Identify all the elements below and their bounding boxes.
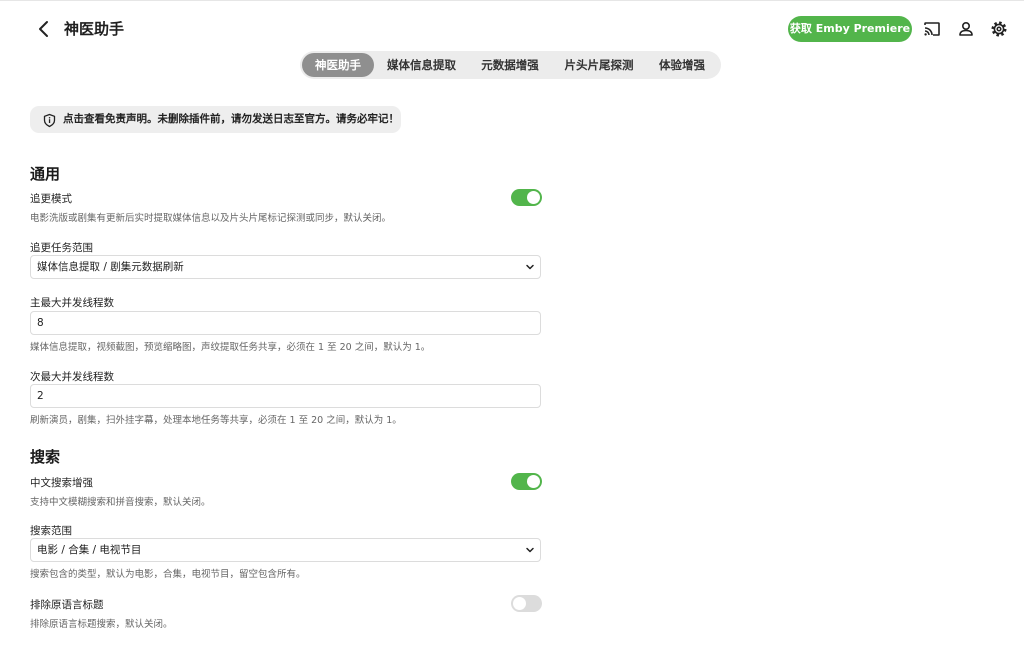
search-scope-select[interactable]: 电影 / 合集 / 电视节目 bbox=[30, 538, 541, 562]
exclude-original-toggle[interactable] bbox=[511, 595, 542, 612]
section-search-heading: 搜索 bbox=[30, 448, 61, 466]
sub-threads-value: 2 bbox=[37, 390, 44, 402]
sub-threads-label: 次最大并发线程数 bbox=[30, 371, 114, 383]
cast-icon bbox=[924, 22, 940, 36]
tab-bar: 神医助手 媒体信息提取 元数据增强 片头片尾探测 体验增强 bbox=[300, 51, 721, 79]
toggle-knob bbox=[527, 475, 540, 488]
main-threads-desc: 媒体信息提取，视频截图，预览缩略图，声纹提取任务共享，必须在 1 至 20 之间… bbox=[30, 342, 431, 353]
get-premiere-button[interactable]: 获取 Emby Premiere bbox=[788, 16, 912, 42]
chevron-down-icon bbox=[526, 547, 534, 553]
tab-experience-enhance[interactable]: 体验增强 bbox=[647, 53, 717, 77]
search-scope-desc: 搜索包含的类型，默认为电影，合集，电视节目，留空包含所有。 bbox=[30, 569, 306, 580]
user-icon bbox=[959, 21, 973, 36]
search-scope-value: 电影 / 合集 / 电视节目 bbox=[37, 544, 142, 556]
sub-threads-desc: 刷新演员，剧集，扫外挂字幕，处理本地任务等共享，必须在 1 至 20 之间，默认… bbox=[30, 415, 402, 426]
shield-info-icon bbox=[42, 112, 57, 128]
tab-intro-outro-detect[interactable]: 片头片尾探测 bbox=[551, 53, 647, 77]
gear-icon bbox=[991, 21, 1007, 37]
exclude-original-label: 排除原语言标题 bbox=[30, 599, 104, 611]
sub-threads-input[interactable]: 2 bbox=[30, 384, 541, 408]
cast-button[interactable] bbox=[922, 19, 942, 39]
follow-mode-desc: 电影洗版或剧集有更新后实时提取媒体信息以及片头片尾标记探测或同步，默认关闭。 bbox=[30, 213, 392, 224]
user-button[interactable] bbox=[956, 19, 976, 39]
tab-media-info-extract[interactable]: 媒体信息提取 bbox=[374, 53, 469, 77]
chevron-down-icon bbox=[526, 264, 534, 270]
tab-metadata-enhance[interactable]: 元数据增强 bbox=[469, 53, 551, 77]
follow-scope-label: 追更任务范围 bbox=[30, 242, 93, 254]
follow-mode-toggle[interactable] bbox=[511, 189, 542, 206]
chinese-search-toggle[interactable] bbox=[511, 473, 542, 490]
chevron-left-icon bbox=[39, 21, 48, 37]
disclaimer-text: 点击查看免责声明。未删除插件前，请勿发送日志至官方。请务必牢记！ bbox=[63, 113, 399, 125]
settings-button[interactable] bbox=[989, 19, 1009, 39]
tab-shenyi-assistant[interactable]: 神医助手 bbox=[302, 53, 374, 77]
header: 神医助手 获取 Emby Premiere bbox=[0, 0, 1024, 58]
main-threads-label: 主最大并发线程数 bbox=[30, 297, 114, 309]
follow-scope-select[interactable]: 媒体信息提取 / 剧集元数据刷新 bbox=[30, 255, 541, 279]
main-threads-input[interactable]: 8 bbox=[30, 311, 541, 335]
search-scope-label: 搜索范围 bbox=[30, 525, 72, 537]
follow-mode-label: 追更模式 bbox=[30, 193, 72, 205]
section-general-heading: 通用 bbox=[30, 165, 61, 183]
main-threads-value: 8 bbox=[37, 317, 44, 329]
toggle-knob bbox=[513, 597, 526, 610]
follow-scope-value: 媒体信息提取 / 剧集元数据刷新 bbox=[37, 261, 184, 273]
toggle-knob bbox=[527, 191, 540, 204]
chinese-search-label: 中文搜索增强 bbox=[30, 477, 93, 489]
chinese-search-desc: 支持中文模糊搜索和拼音搜索，默认关闭。 bbox=[30, 497, 211, 508]
page-title: 神医助手 bbox=[64, 20, 125, 38]
back-button[interactable] bbox=[33, 18, 55, 40]
exclude-original-desc: 排除原语言标题搜索，默认关闭。 bbox=[30, 619, 173, 630]
disclaimer-notice[interactable]: 点击查看免责声明。未删除插件前，请勿发送日志至官方。请务必牢记！ bbox=[30, 106, 401, 133]
